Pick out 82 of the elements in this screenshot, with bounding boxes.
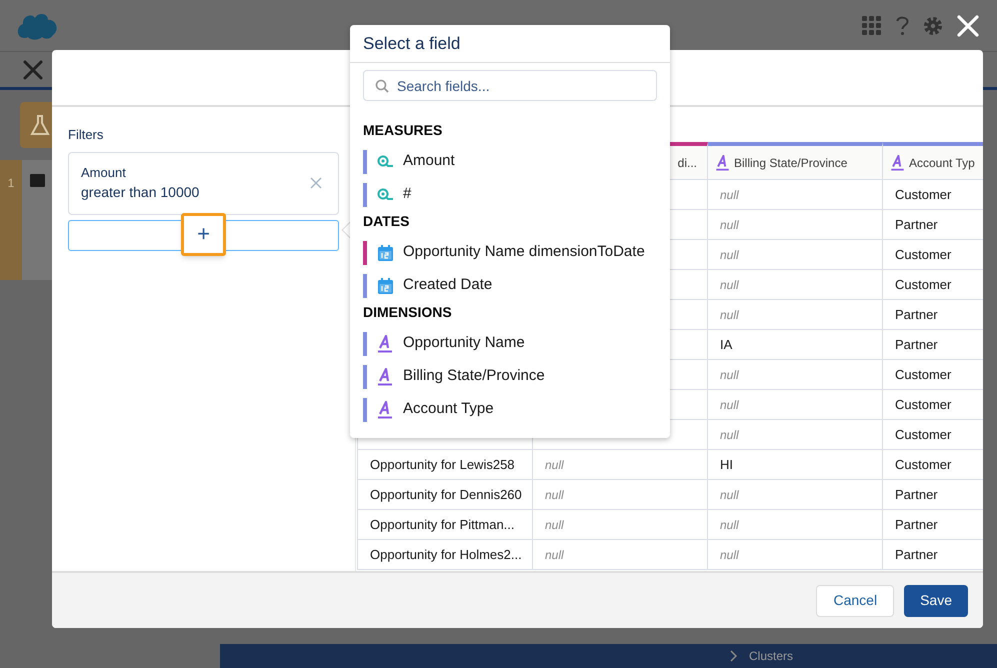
text-type-icon — [378, 368, 392, 386]
text-type-icon — [378, 334, 392, 352]
filter-field: Amount — [81, 162, 200, 182]
app-launcher-icon[interactable] — [862, 16, 882, 36]
text-type-icon — [716, 154, 729, 170]
add-filter-button[interactable]: + — [181, 212, 226, 256]
section-heading: DIMENSIONS — [363, 303, 453, 322]
cell-text: Partner — [895, 336, 938, 354]
section-label: Clusters — [749, 648, 794, 665]
flask-icon — [30, 114, 50, 136]
cell-text: null — [720, 186, 739, 204]
field-label: Opportunity Name — [403, 333, 525, 354]
cell-text: null — [720, 276, 739, 294]
cell-text: Partner — [895, 516, 938, 534]
section-heading: DATES — [363, 212, 410, 231]
field-option[interactable]: # — [363, 178, 657, 211]
field-option[interactable]: Amount — [363, 145, 657, 178]
measure-icon — [377, 188, 393, 201]
cell-text: null — [720, 306, 739, 324]
measure-icon — [377, 155, 393, 168]
filter-condition: greater than 10000 — [81, 183, 200, 202]
cell-text: null — [545, 486, 564, 504]
cell-text: Customer — [895, 276, 952, 294]
chevron-right-icon[interactable] — [730, 650, 737, 662]
cell-text: null — [720, 546, 739, 564]
cell-text: null — [720, 486, 739, 504]
cell-text: IA — [720, 336, 732, 354]
cell-text: HI — [720, 456, 733, 474]
settings-icon[interactable] — [923, 16, 943, 36]
cloud-logo — [16, 12, 58, 40]
help-icon[interactable] — [896, 16, 909, 36]
field-label: Opportunity Name dimensionToDate — [403, 242, 645, 262]
field-label: Created Date — [403, 275, 492, 296]
cell-text: Opportunity for Pittman... — [370, 516, 515, 534]
search-icon — [375, 79, 389, 93]
field-option[interactable]: Opportunity Name — [363, 327, 657, 360]
cell-text: Customer — [895, 366, 952, 384]
cell-text: null — [720, 216, 739, 234]
cell-text: Customer — [895, 396, 952, 414]
field-option[interactable]: Billing State/Province — [363, 360, 657, 393]
cell-text: Opportunity for Holmes2... — [370, 546, 522, 564]
cell-text: null — [720, 426, 739, 444]
cell-text: Opportunity for Lewis258 — [370, 456, 515, 474]
save-button[interactable]: Save — [904, 584, 968, 616]
cell-text: Customer — [895, 246, 952, 264]
section-heading: MEASURES — [363, 121, 444, 140]
popover-title: Select a field — [363, 32, 460, 55]
field-option[interactable]: Created Date — [363, 269, 657, 302]
field-label: Billing State/Province — [403, 366, 545, 386]
field-option[interactable]: Account Type — [363, 393, 657, 426]
cell-text: Partner — [895, 546, 938, 564]
column-header[interactable]: Billing State/Province — [708, 142, 883, 180]
column-label: Account Typ — [909, 154, 975, 172]
cell-text: Partner — [895, 486, 938, 504]
cancel-button[interactable]: Cancel — [816, 584, 894, 616]
cell-text: null — [720, 516, 739, 534]
column-label: Billing State/Province — [734, 154, 848, 172]
field-label: Amount — [403, 151, 455, 172]
row-number: 1 — [8, 175, 14, 192]
cell-text: null — [545, 456, 564, 474]
search-field[interactable]: Search fields... — [363, 70, 657, 101]
field-label: # — [403, 184, 412, 204]
filters-label: Filters — [68, 126, 104, 144]
cell-text: null — [720, 366, 739, 384]
cell-text: null — [720, 396, 739, 414]
cell-text: null — [545, 546, 564, 564]
field-option[interactable]: Opportunity Name dimensionToDate — [363, 236, 657, 269]
cell-text: Opportunity for Dennis260 — [370, 486, 522, 504]
tools-icon[interactable] — [22, 58, 44, 80]
cell-text: Customer — [895, 186, 952, 204]
cell-text: null — [545, 516, 564, 534]
cell-text: Customer — [895, 426, 952, 444]
cell-text: Partner — [895, 306, 938, 324]
cell-text: Customer — [895, 456, 952, 474]
cell-text: Partner — [895, 216, 938, 234]
column-label: di... — [678, 154, 697, 172]
cell-text: null — [720, 246, 739, 264]
text-type-icon — [378, 400, 392, 418]
field-label: Account Type — [403, 399, 494, 420]
column-header[interactable]: Account Typ — [883, 142, 983, 180]
text-type-icon — [891, 154, 904, 170]
filter-card[interactable]: Amount greater than 10000 — [68, 152, 339, 214]
